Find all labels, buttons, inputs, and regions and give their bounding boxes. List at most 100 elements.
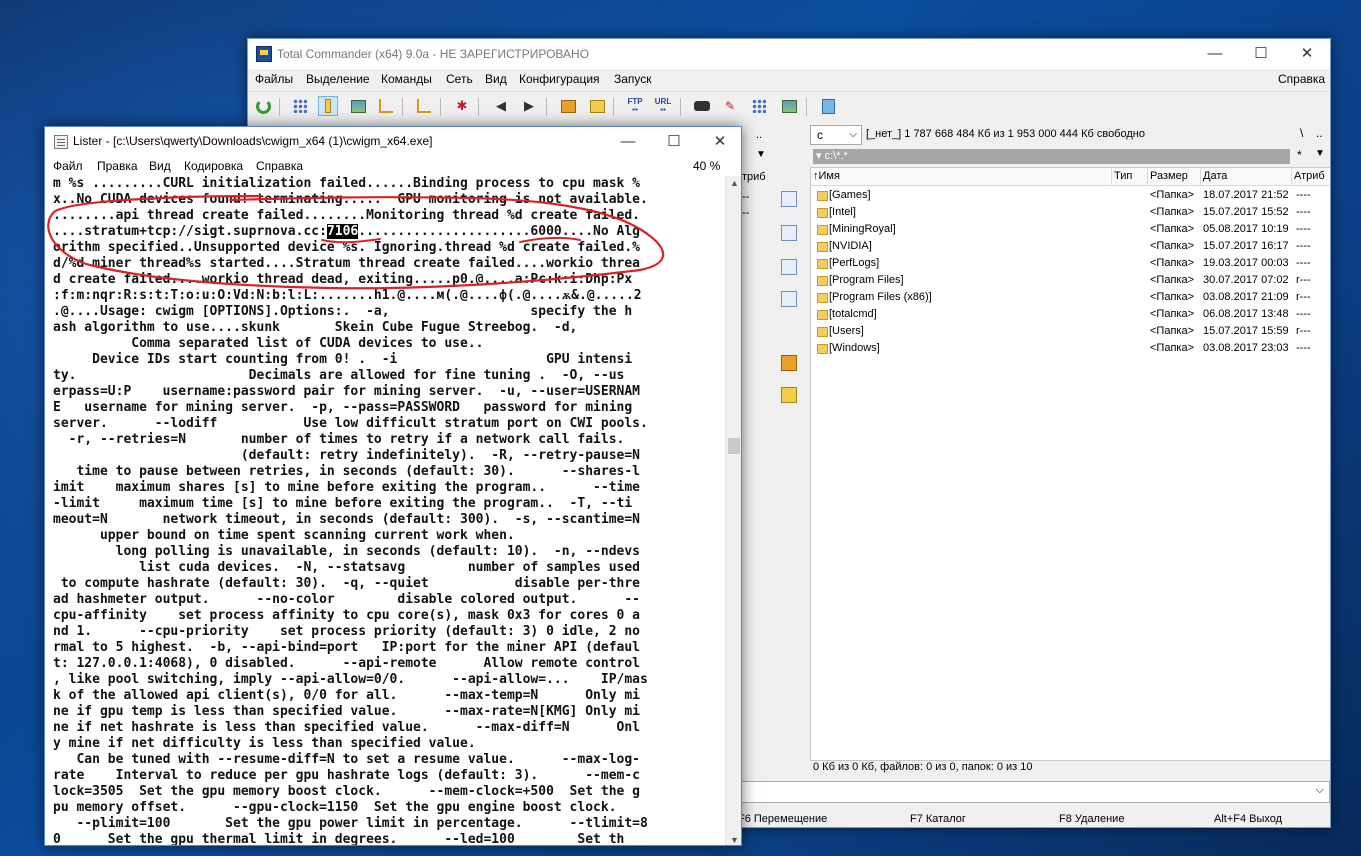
- thumbnails-icon: [350, 99, 366, 113]
- menu-edit[interactable]: Правка: [97, 159, 138, 173]
- lister-window: Lister - [c:\Users\qwerty\Downloads\cwig…: [44, 126, 742, 846]
- column-size[interactable]: Размер: [1150, 170, 1188, 182]
- column-name[interactable]: ↑Имя: [813, 170, 840, 182]
- drive-selector[interactable]: c ⌵: [810, 125, 862, 145]
- refresh-button[interactable]: [253, 96, 273, 116]
- minimize-button[interactable]: —: [605, 127, 651, 157]
- command-line[interactable]: ⌵: [738, 781, 1330, 803]
- pack-button[interactable]: [558, 96, 578, 116]
- path-text: c:\*.*: [824, 150, 848, 162]
- column-type[interactable]: Тип: [1114, 170, 1132, 182]
- file-date: 15.07.2017 15:59: [1203, 325, 1289, 337]
- file-attr: ----: [1296, 342, 1311, 354]
- unpack-button[interactable]: [587, 96, 607, 116]
- file-row[interactable]: [Program Files] <Папка> 30.07.2017 07:02 r-…: [811, 273, 1330, 290]
- file-name: [MiningRoyal]: [829, 223, 896, 235]
- close-button[interactable]: ✕: [697, 127, 741, 157]
- pack-files-icon[interactable]: [781, 355, 797, 371]
- file-date: 19.03.2017 00:03: [1203, 257, 1289, 269]
- scroll-thumb[interactable]: [728, 438, 740, 454]
- text-line: lock=3505 Set the gpu memory boost clock…: [53, 784, 640, 799]
- file-row[interactable]: [NVIDIA] <Папка> 15.07.2017 16:17 ----: [811, 239, 1330, 256]
- current-path[interactable]: ▾ c:\*.*: [813, 149, 1290, 164]
- compare-button[interactable]: [779, 96, 799, 116]
- root-dir-button[interactable]: \: [1300, 126, 1303, 140]
- f8-delete-button[interactable]: F8 Удаление: [1059, 813, 1124, 825]
- multi-rename-button[interactable]: ✎: [720, 96, 740, 116]
- move-file-icon[interactable]: [781, 291, 797, 307]
- notepad-button[interactable]: [818, 96, 838, 116]
- forward-button[interactable]: ▶: [519, 96, 539, 116]
- lister-titlebar[interactable]: Lister - [c:\Users\qwerty\Downloads\cwig…: [45, 127, 741, 156]
- new-folder-icon[interactable]: [781, 387, 797, 403]
- chevron-down-icon: ⌵: [849, 129, 857, 140]
- sort-icon: [417, 99, 431, 113]
- f7-mkdir-button[interactable]: F7 Каталог: [910, 813, 966, 825]
- text-line: ash algorithm to use....skunk Skein Cube…: [53, 320, 578, 335]
- close-button[interactable]: ✕: [1284, 39, 1330, 69]
- file-row[interactable]: [totalcmd] <Папка> 06.08.2017 13:48 ----: [811, 307, 1330, 324]
- url-button[interactable]: URL ▪▪: [653, 96, 673, 116]
- menu-configuration[interactable]: Конфигурация: [519, 72, 600, 86]
- edit-file-icon[interactable]: [781, 225, 797, 241]
- file-date: 05.08.2017 10:19: [1203, 223, 1289, 235]
- menu-start[interactable]: Запуск: [614, 72, 652, 86]
- file-row[interactable]: [Users] <Папка> 15.07.2017 15:59 r---: [811, 324, 1330, 341]
- file-row[interactable]: [Intel] <Папка> 15.07.2017 15:52 ----: [811, 205, 1330, 222]
- chevron-down-icon[interactable]: ⌵: [1316, 784, 1324, 797]
- f6-move-button[interactable]: F6 Перемещение: [738, 813, 827, 825]
- menu-commands[interactable]: Команды: [381, 72, 432, 86]
- text-line: ad hashmeter output. --no-color disable …: [53, 592, 640, 607]
- column-date[interactable]: Дата: [1203, 170, 1227, 182]
- maximize-button[interactable]: ☐: [651, 127, 697, 157]
- file-row[interactable]: [Program Files (x86)] <Папка> 03.08.2017 2…: [811, 290, 1330, 307]
- left-panel-dropdown[interactable]: ▼: [756, 149, 766, 160]
- column-attr[interactable]: Атриб: [1294, 170, 1325, 182]
- text-line: Can be tuned with --resume-diff=N to set…: [53, 752, 640, 767]
- file-row[interactable]: [MiningRoyal] <Папка> 05.08.2017 10:19 ----: [811, 222, 1330, 239]
- view-file-icon[interactable]: [781, 191, 797, 207]
- hotlist-button[interactable]: *: [1297, 148, 1302, 162]
- file-row[interactable]: [Games] <Папка> 18.07.2017 21:52 ----: [811, 188, 1330, 205]
- menu-help[interactable]: Справка: [256, 159, 303, 173]
- left-panel-button[interactable]: ..: [756, 129, 762, 141]
- scroll-down-icon[interactable]: ▼: [726, 835, 741, 845]
- sort-button[interactable]: [414, 96, 434, 116]
- invert-selection-button[interactable]: ✱: [452, 96, 472, 116]
- path-arrow-icon: ▾: [816, 150, 822, 162]
- tc-titlebar[interactable]: Total Commander (x64) 9.0a - НЕ ЗАРЕГИСТ…: [248, 39, 1330, 69]
- menu-file[interactable]: Файл: [53, 159, 83, 173]
- text-line: .@....Usage: cwigm [OPTIONS].Options:. -…: [53, 304, 633, 319]
- right-file-list[interactable]: ↑Имя Тип Размер Дата Атриб [Games] <Папка…: [810, 167, 1330, 761]
- parent-dir-button[interactable]: ..: [1316, 126, 1323, 140]
- menu-help[interactable]: Справка: [1278, 72, 1325, 86]
- maximize-button[interactable]: ☐: [1238, 39, 1284, 69]
- folder-icon: [817, 327, 828, 337]
- view-icons-button[interactable]: [290, 96, 310, 116]
- file-row[interactable]: [Windows] <Папка> 03.08.2017 23:03 ----: [811, 341, 1330, 358]
- view-tree-button[interactable]: [376, 96, 396, 116]
- vertical-scrollbar[interactable]: ▲ ▼: [725, 176, 741, 845]
- menu-view[interactable]: Вид: [485, 72, 507, 86]
- ftp-button[interactable]: FTP ▪▪: [625, 96, 645, 116]
- menu-encoding[interactable]: Кодировка: [184, 159, 243, 173]
- view-thumbnails-button[interactable]: [348, 96, 368, 116]
- sync-dirs-button[interactable]: [749, 96, 769, 116]
- view-brief-button[interactable]: [318, 96, 338, 116]
- menu-selection[interactable]: Выделение: [306, 72, 370, 86]
- text-line: rate Interval to reduce per gpu hashrate…: [53, 768, 640, 783]
- lister-text-view[interactable]: m %s .........CURL initialization failed…: [45, 176, 725, 845]
- history-dropdown[interactable]: ▼: [1315, 148, 1325, 159]
- menu-view[interactable]: Вид: [149, 159, 171, 173]
- altf4-exit-button[interactable]: Alt+F4 Выход: [1214, 813, 1282, 825]
- file-size: <Папка>: [1150, 206, 1194, 218]
- back-button[interactable]: ◀: [491, 96, 511, 116]
- search-button[interactable]: [692, 96, 712, 116]
- copy-file-icon[interactable]: [781, 259, 797, 275]
- file-attr: ----: [1296, 257, 1311, 269]
- minimize-button[interactable]: —: [1192, 39, 1238, 69]
- scroll-up-icon[interactable]: ▲: [726, 178, 741, 188]
- menu-files[interactable]: Файлы: [255, 72, 293, 86]
- menu-network[interactable]: Сеть: [446, 72, 473, 86]
- file-row[interactable]: [PerfLogs] <Папка> 19.03.2017 00:03 ----: [811, 256, 1330, 273]
